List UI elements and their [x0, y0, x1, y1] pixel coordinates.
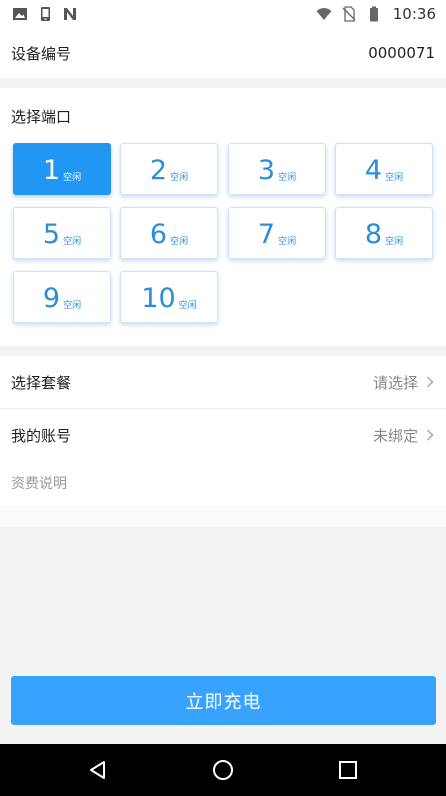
status-left-icons — [12, 6, 78, 22]
chevron-right-icon — [426, 429, 434, 441]
port-status: 空闲 — [170, 237, 189, 247]
port-button-9[interactable]: 9 空闲 — [13, 271, 111, 323]
port-status: 空闲 — [63, 237, 82, 247]
tariff-description: 资费说明 — [0, 461, 446, 505]
port-status: 空闲 — [170, 173, 189, 183]
port-status: 空闲 — [63, 301, 82, 311]
image-icon — [13, 8, 27, 20]
port-button-2[interactable]: 2 空闲 — [120, 143, 218, 195]
status-right-icons: 10:36 — [316, 5, 436, 23]
select-package-value: 请选择 — [372, 373, 418, 392]
port-button-4[interactable]: 4 空闲 — [335, 143, 433, 195]
port-status: 空闲 — [385, 237, 404, 247]
status-time: 10:36 — [392, 5, 436, 23]
port-section-title: 选择端口 — [11, 108, 72, 126]
recents-icon[interactable] — [336, 758, 360, 782]
port-number: 6 — [149, 219, 168, 250]
select-package-right: 请选择 — [373, 372, 434, 393]
my-account-label: 我的账号 — [11, 426, 72, 445]
device-number-row: 设备编号 0000071 — [0, 28, 446, 78]
port-button-6[interactable]: 6 空闲 — [120, 207, 218, 259]
chevron-right-icon — [426, 376, 434, 388]
no-sim-icon — [342, 6, 356, 22]
port-number: 4 — [364, 155, 383, 186]
navigation-bar — [0, 744, 446, 796]
port-number: 7 — [257, 219, 276, 250]
status-bar: 10:36 — [0, 0, 446, 28]
tariff-content-area — [0, 505, 446, 527]
my-account-row[interactable]: 我的账号 未绑定 — [0, 409, 446, 461]
port-number: 2 — [149, 155, 168, 186]
n-icon — [64, 8, 76, 20]
port-status: 空闲 — [385, 173, 404, 183]
port-button-7[interactable]: 7 空闲 — [228, 207, 326, 259]
port-status: 空闲 — [278, 173, 297, 183]
phone-icon — [41, 7, 50, 21]
select-package-row[interactable]: 选择套餐 请选择 — [0, 356, 446, 408]
my-account-right: 未绑定 — [373, 425, 434, 446]
home-icon[interactable] — [211, 758, 235, 782]
port-section: 选择端口 1 空闲 2 空闲 3 空闲 4 空闲 5 空闲 6 空闲 7 空闲 … — [0, 88, 446, 346]
tariff-description-label: 资费说明 — [11, 476, 67, 492]
port-button-3[interactable]: 3 空闲 — [228, 143, 326, 195]
port-number: 9 — [42, 283, 61, 314]
port-number: 10 — [141, 283, 176, 314]
port-number: 8 — [364, 219, 383, 250]
port-status: 空闲 — [178, 301, 197, 311]
select-package-label: 选择套餐 — [11, 373, 72, 392]
port-button-10[interactable]: 10 空闲 — [120, 271, 218, 323]
port-number: 5 — [42, 219, 61, 250]
device-number-value: 0000071 — [368, 44, 435, 62]
port-status: 空闲 — [63, 173, 82, 183]
port-status: 空闲 — [278, 237, 297, 247]
my-account-value: 未绑定 — [372, 426, 418, 445]
port-number: 3 — [257, 155, 276, 186]
device-number-label: 设备编号 — [11, 44, 72, 63]
port-button-5[interactable]: 5 空闲 — [13, 207, 111, 259]
charge-now-button[interactable]: 立即充电 — [11, 676, 436, 725]
port-number: 1 — [42, 155, 61, 186]
battery-icon — [369, 6, 378, 22]
port-button-1[interactable]: 1 空闲 — [13, 143, 111, 195]
port-button-8[interactable]: 8 空闲 — [335, 207, 433, 259]
back-icon[interactable] — [86, 758, 110, 782]
wifi-icon — [316, 8, 332, 21]
